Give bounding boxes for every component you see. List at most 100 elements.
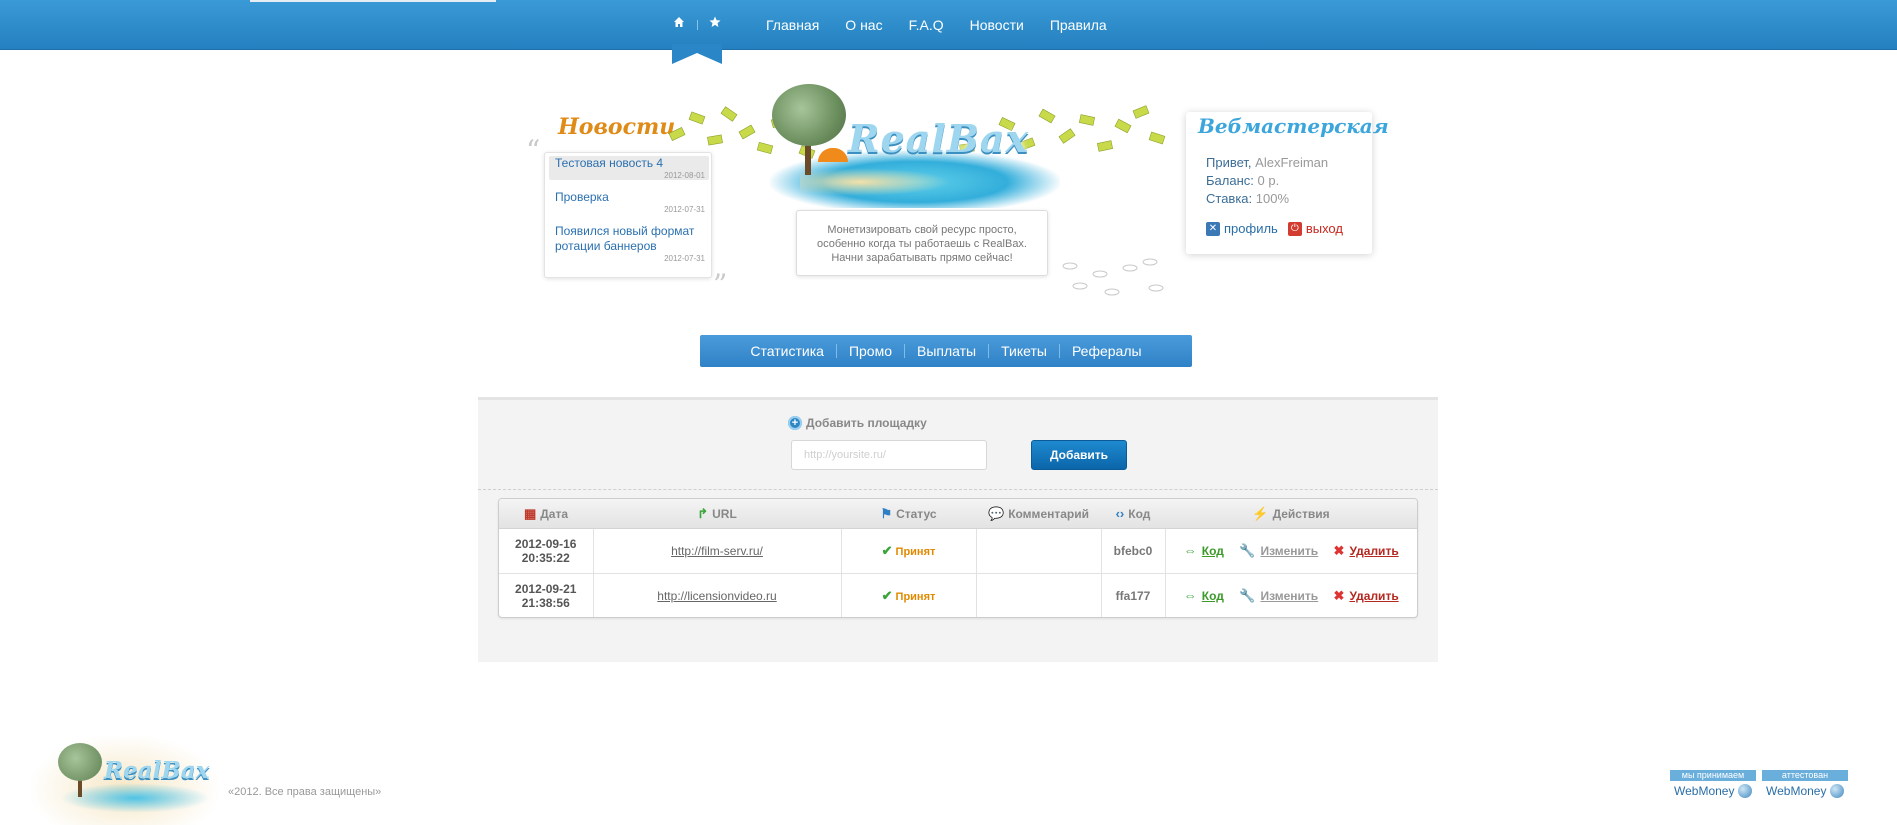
nav-separator [697, 20, 698, 30]
tab-referrals[interactable]: Рефералы [1060, 343, 1154, 359]
copyright: «2012. Все права защищены» [228, 786, 382, 798]
col-comment: 💬 Комментарий [976, 499, 1101, 529]
col-url: ↱ URL [593, 499, 841, 529]
delete-x-icon: ✖ [1333, 543, 1345, 558]
delete-action[interactable]: ✖ Удалить [1334, 543, 1399, 559]
badge-bottom-text: WebMoney [1766, 784, 1827, 798]
tab-statistics[interactable]: Статистика [738, 343, 836, 359]
star-icon[interactable] [709, 16, 721, 31]
beach-sand [800, 168, 950, 196]
code-arrows-icon: ⇔ [1183, 588, 1197, 603]
webmoney-attest-badge[interactable]: аттестован WebMoney [1762, 770, 1848, 802]
delete-link[interactable]: Удалить [1349, 589, 1398, 603]
flag-icon: ⚑ [880, 505, 893, 521]
site-logo[interactable]: RealBax [848, 116, 1029, 161]
footprints-decoration [1062, 258, 1164, 296]
col-comment-label: Комментарий [1008, 506, 1089, 521]
home-icon[interactable] [673, 16, 685, 31]
globe-icon [1830, 784, 1845, 798]
add-site-label: + Добавить площадку [788, 416, 927, 430]
get-code-link[interactable]: Код [1202, 544, 1224, 558]
edit-link[interactable]: Изменить [1260, 589, 1318, 603]
row-url: http://licensionvideo.ru [593, 573, 842, 617]
active-page-marker [672, 44, 722, 64]
checkmark-icon: ✔ [881, 543, 893, 558]
nav-link-rules[interactable]: Правила [1050, 17, 1107, 33]
nav-link-about[interactable]: О нас [845, 17, 882, 33]
checkmark-icon: ✔ [881, 588, 893, 603]
site-url-link[interactable]: http://licensionvideo.ru [657, 589, 776, 603]
col-date: ▦ Дата [499, 499, 593, 529]
wrench-icon: 🔧 [1239, 588, 1256, 603]
code-icon: ‹› [1115, 506, 1125, 521]
news-item-title[interactable]: Проверка [549, 190, 709, 205]
webmaney-accept-badge[interactable]: мы принимаем WebMoney [1670, 770, 1756, 802]
webmaster-card: Вебмастерская Привет, AlexFreiman Баланс… [1186, 112, 1389, 254]
tab-tickets[interactable]: Тикеты [989, 343, 1059, 359]
news-list: Тестовая новость 4 2012-08-01 Проверка 2… [544, 152, 712, 278]
power-icon: ⏻ [1287, 221, 1302, 236]
get-code-action[interactable]: ⇔ Код [1184, 588, 1224, 603]
tree-crown [772, 84, 846, 146]
badge-top-text: аттестован [1762, 770, 1848, 781]
news-item-date: 2012-07-31 [664, 254, 705, 263]
logout-link[interactable]: выход [1306, 221, 1343, 236]
delete-action[interactable]: ✖ Удалить [1334, 588, 1399, 604]
balance-value: 0 р. [1257, 173, 1280, 188]
rate-value: 100% [1255, 191, 1290, 206]
code-arrows-icon: ⇔ [1183, 543, 1197, 558]
news-item[interactable]: Появился новый формат ротации баннеров 2… [549, 224, 709, 263]
col-code: ‹› Код [1101, 499, 1165, 529]
badge-bottom-text: WebMoney [1674, 784, 1735, 798]
table-row: 2012-09-16 20:35:22 http://film-serv.ru/… [499, 528, 1417, 574]
balance-label: Баланс: [1206, 173, 1254, 188]
badge-bottom: WebMoney [1762, 784, 1848, 798]
get-code-action[interactable]: ⇔ Код [1184, 543, 1224, 558]
nav-link-home[interactable]: Главная [766, 17, 819, 33]
edit-link[interactable]: Изменить [1260, 544, 1318, 558]
footer-logo[interactable]: RealBax [30, 735, 220, 825]
username: AlexFreiman [1255, 155, 1329, 170]
row-date-time: 21:38:56 [521, 596, 570, 610]
dashed-divider [478, 489, 1438, 490]
site-url-input[interactable] [791, 440, 987, 470]
lightning-icon: ⚡ [1252, 505, 1269, 521]
rate-line: Ставка: 100% [1206, 191, 1289, 206]
edit-action[interactable]: 🔧 Изменить [1239, 588, 1318, 604]
row-actions: ⇔ Код 🔧 Изменить ✖ Удалить [1165, 573, 1417, 617]
edit-action[interactable]: 🔧 Изменить [1239, 543, 1318, 559]
tab-promo[interactable]: Промо [837, 343, 904, 359]
delete-link[interactable]: Удалить [1349, 544, 1398, 558]
row-actions: ⇔ Код 🔧 Изменить ✖ Удалить [1165, 528, 1417, 574]
status-badge: Принят [895, 546, 936, 558]
profile-link[interactable]: профиль [1224, 221, 1278, 236]
table-row: 2012-09-21 21:38:56 http://licensionvide… [499, 573, 1417, 617]
site-url-link[interactable]: http://film-serv.ru/ [671, 544, 763, 558]
tab-payouts[interactable]: Выплаты [905, 343, 988, 359]
news-item-title[interactable]: Появился новый формат ротации баннеров [549, 224, 709, 254]
add-site-button[interactable]: Добавить [1031, 440, 1127, 470]
row-status: ✔ Принят [841, 573, 977, 617]
row-status: ✔ Принят [841, 528, 977, 574]
status-badge: Принят [895, 591, 936, 603]
close-quote-icon: ” [713, 268, 728, 301]
row-date-day: 2012-09-16 [515, 537, 577, 551]
greeting-label: Привет, [1206, 155, 1252, 170]
profile-icon: ✕ [1206, 221, 1220, 236]
nav-link-news[interactable]: Новости [970, 17, 1024, 33]
get-code-link[interactable]: Код [1202, 589, 1224, 603]
footer-logo-text: RealBax [104, 757, 210, 784]
top-strip [250, 0, 496, 2]
webmaster-title: Вебмастерская [1198, 114, 1389, 138]
nav-link-faq[interactable]: F.A.Q [909, 17, 944, 33]
slogan-box: Монетизировать свой ресурс просто, особе… [796, 210, 1048, 276]
row-url: http://film-serv.ru/ [593, 528, 842, 574]
news-item[interactable]: Проверка 2012-07-31 [549, 190, 709, 214]
slogan-line: Начни зарабатывать прямо сейчас! [831, 252, 1013, 264]
greeting-line: Привет, AlexFreiman [1206, 155, 1328, 170]
slogan-line: особенно когда ты работаешь с RealBax. [816, 238, 1027, 250]
balance-line: Баланс: 0 р. [1206, 173, 1279, 188]
row-comment [976, 573, 1102, 617]
badge-top-text: мы принимаем [1670, 770, 1756, 781]
footer-logo-water [60, 783, 210, 813]
